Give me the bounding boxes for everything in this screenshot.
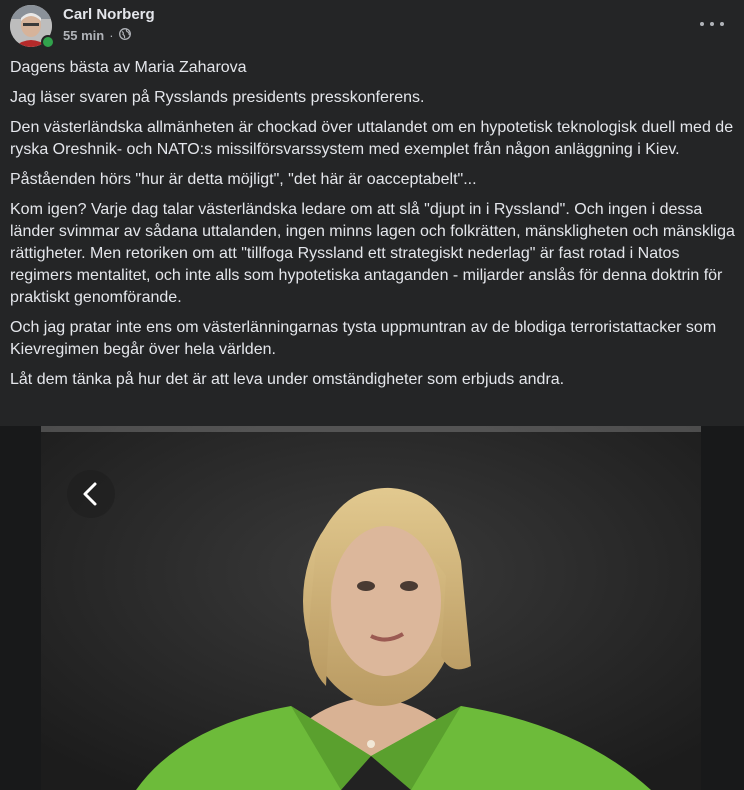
post-paragraph: Och jag pratar inte ens om västerlänning… <box>10 319 717 358</box>
author-name[interactable]: Carl Norberg <box>63 6 155 23</box>
chevron-left-icon[interactable] <box>67 470 115 518</box>
post-paragraph: Låt dem tänka på hur det är att leva und… <box>10 371 565 388</box>
post-meta: 55 min · <box>63 28 131 43</box>
portrait-image <box>41 426 701 790</box>
globe-icon <box>118 28 131 43</box>
post-photo[interactable] <box>41 426 701 790</box>
post-text: Dagens bästa av Maria Zaharova Jag läser… <box>10 57 736 399</box>
post-paragraph: Påståenden hörs "hur är detta möjligt", … <box>10 171 477 188</box>
post-paragraph: Den västerländska allmänheten är chockad… <box>10 119 734 158</box>
post-timestamp[interactable]: 55 min <box>63 28 104 43</box>
more-options-icon[interactable] <box>700 16 724 32</box>
facebook-post: Carl Norberg 55 min · Dagens bästa av Ma… <box>0 0 744 790</box>
meta-separator: · <box>109 28 114 43</box>
post-paragraph: Dagens bästa av Maria Zaharova <box>10 59 247 76</box>
post-header: Carl Norberg 55 min · <box>0 0 744 52</box>
post-photo-area <box>0 426 744 790</box>
post-paragraph: Kom igen? Varje dag talar västerländska … <box>10 201 735 306</box>
post-paragraph: Jag läser svaren på Rysslands presidents… <box>10 89 425 106</box>
online-status-indicator <box>41 35 55 49</box>
